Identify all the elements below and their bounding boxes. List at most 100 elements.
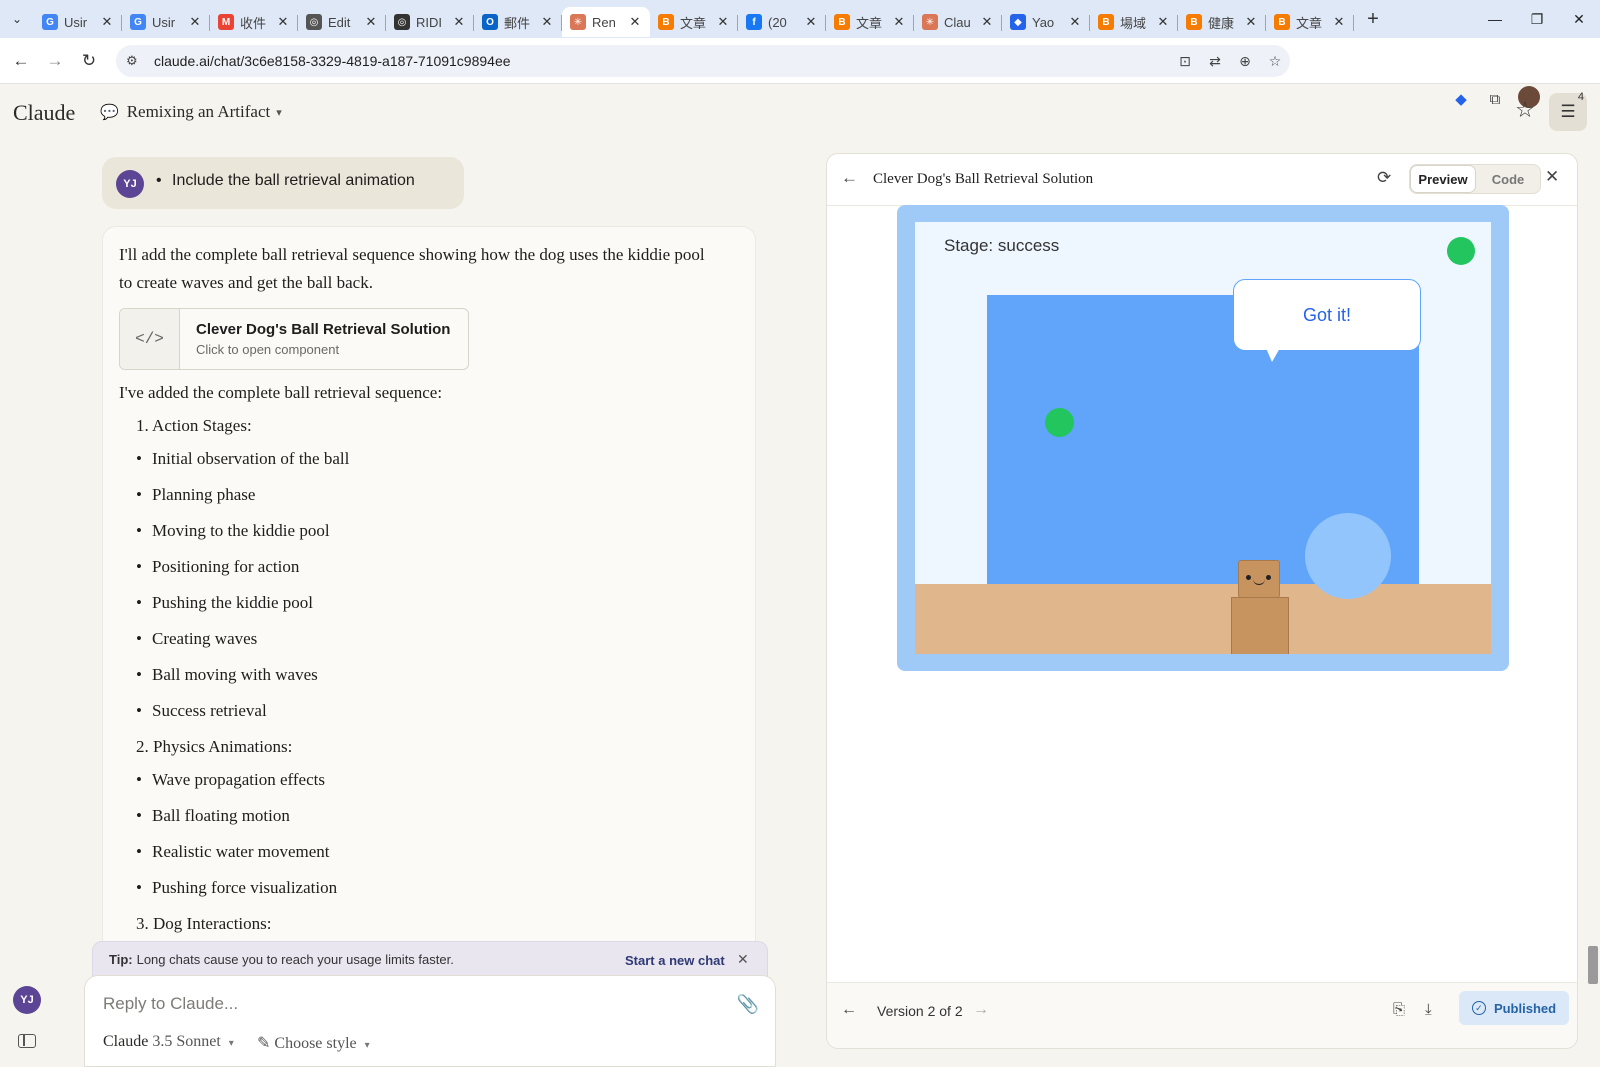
browser-tab[interactable]: f (20 ✕ — [738, 7, 826, 37]
browser-tab[interactable]: B 健康 ✕ — [1178, 7, 1266, 37]
artifact-panel-header: ← Clever Dog's Ball Retrieval Solution ⟳… — [827, 154, 1577, 206]
user-message: YJ Include the ball retrieval animation — [102, 157, 464, 209]
kiddie-pool — [1305, 513, 1391, 599]
minimize-icon[interactable]: — — [1474, 0, 1516, 38]
tab-close-icon[interactable]: ✕ — [276, 14, 290, 30]
bookmark-star-icon[interactable]: ☆ — [1260, 53, 1290, 70]
list-item: Pushing the kiddie pool — [119, 590, 719, 626]
game-canvas[interactable]: Stage: success Got it! — [915, 222, 1491, 654]
browser-tab[interactable]: M 收件 ✕ — [210, 7, 298, 37]
tab-close-icon[interactable]: ✕ — [1244, 14, 1258, 30]
back-arrow-icon[interactable]: ← — [841, 168, 858, 188]
browser-tab[interactable]: B 場域 ✕ — [1090, 7, 1178, 37]
refresh-icon[interactable]: ⟳ — [1377, 168, 1391, 188]
tab-close-icon[interactable]: ✕ — [1068, 14, 1082, 30]
tab-favicon-icon: B — [1274, 14, 1290, 30]
omnibox[interactable]: ⚙ claude.ai/chat/3c6e8158-3329-4819-a187… — [116, 45, 1290, 77]
tab-close-icon[interactable]: ✕ — [980, 14, 994, 30]
tab-favicon-icon: f — [746, 14, 762, 30]
tab-code[interactable]: Code — [1476, 165, 1540, 193]
tab-label: 健康 — [1208, 15, 1235, 31]
assistant-body: I've added the complete ball retrieval s… — [119, 379, 719, 944]
browser-tab[interactable]: ✳ Ren ✕ — [562, 7, 650, 37]
tab-close-icon[interactable]: ✕ — [188, 14, 202, 30]
translate-icon[interactable]: ⇄ — [1200, 53, 1230, 70]
tab-close-icon[interactable]: ✕ — [892, 14, 906, 30]
brush-icon: ✎ — [257, 1035, 271, 1052]
restore-icon[interactable]: ❐ — [1516, 0, 1558, 38]
previous-version-icon[interactable]: ← — [841, 1001, 857, 1019]
browser-tab[interactable]: B 文章 ✕ — [826, 7, 914, 37]
zoom-icon[interactable]: ⊕ — [1230, 53, 1260, 70]
browser-tab[interactable]: ◎ Edit ✕ — [298, 7, 386, 37]
browser-tab[interactable]: G Usir ✕ — [122, 7, 210, 37]
model-selector[interactable]: Claude 3.5 Sonnet ▾ — [103, 1033, 234, 1051]
tab-label: Usir — [152, 14, 176, 30]
tab-list: G Usir ✕ G Usir ✕ M 收件 ✕ ◎ Edit ✕ ◎ RIDI ✕ O 郵件 ✕ ✳ Ren ✕ B 文章… — [34, 0, 1354, 38]
browser-tab[interactable]: ◆ Yao ✕ — [1002, 7, 1090, 37]
artifact-panel-footer: ← Version 2 of 2 → ⎘ ⤓ ✓ Published — [827, 982, 1577, 1048]
tab-favicon-icon: ◆ — [1010, 14, 1026, 30]
tab-label: Edit — [328, 14, 351, 30]
tab-favicon-icon: G — [130, 14, 146, 30]
page-scrollbar[interactable] — [1588, 946, 1598, 984]
tab-close-icon[interactable]: ✕ — [628, 14, 642, 30]
close-icon[interactable]: ✕ — [737, 951, 749, 968]
style-selector[interactable]: ✎ Choose style ▾ — [257, 1033, 370, 1053]
tab-close-icon[interactable]: ✕ — [804, 14, 818, 30]
check-circle-icon: ✓ — [1471, 1001, 1486, 1015]
tab-close-icon[interactable]: ✕ — [1156, 14, 1170, 30]
site-info-icon[interactable]: ⚙ — [126, 53, 148, 69]
browser-tab[interactable]: G Usir ✕ — [34, 7, 122, 37]
artifact-card-meta: Clever Dog's Ball Retrieval Solution Cli… — [180, 309, 450, 369]
tab-close-icon[interactable]: ✕ — [1332, 14, 1346, 30]
tab-favicon-icon: ◎ — [394, 14, 410, 30]
numbered-list-heading: 1. Action Stages: — [136, 416, 252, 435]
tab-close-icon[interactable]: ✕ — [716, 14, 730, 30]
tab-close-icon[interactable]: ✕ — [452, 14, 466, 30]
browser-tab[interactable]: ◎ RIDI ✕ — [386, 7, 474, 37]
install-app-icon[interactable]: ⊡ — [1170, 53, 1200, 70]
start-new-chat-link[interactable]: Start a new chat — [625, 953, 725, 968]
browser-tab[interactable]: B 文章 ✕ — [650, 7, 738, 37]
star-icon[interactable]: ☆ — [1510, 97, 1540, 127]
tab-close-icon[interactable]: ✕ — [540, 14, 554, 30]
copy-icon[interactable]: ⎘ — [1393, 1001, 1405, 1018]
artifact-card-subtitle: Click to open component — [196, 342, 340, 357]
list-item: Success retrieval — [119, 698, 719, 734]
paperclip-icon[interactable]: 📎 — [737, 994, 759, 1015]
browser-tab[interactable]: ✳ Clau ✕ — [914, 7, 1002, 37]
tab-close-icon[interactable]: ✕ — [364, 14, 378, 30]
game-frame: Stage: success Got it! — [897, 205, 1509, 671]
message-composer: Reply to Claude... 📎 Claude 3.5 Sonnet ▾ … — [84, 975, 776, 1067]
browser-tabstrip: ⌄ G Usir ✕ G Usir ✕ M 收件 ✕ ◎ Edit ✕ ◎ RIDI ✕ O 郵件 ✕ ✳ Ren ✕ B… — [0, 0, 1600, 38]
download-icon[interactable]: ⤓ — [1425, 1001, 1432, 1018]
back-icon[interactable]: ← — [4, 44, 38, 78]
reply-input[interactable]: Reply to Claude... — [103, 994, 238, 1014]
conversation-title-button[interactable]: 💬 Remixing an Artifact ▾ — [100, 102, 282, 122]
tab-close-icon[interactable]: ✕ — [100, 14, 114, 30]
published-button[interactable]: ✓ Published — [1459, 991, 1569, 1025]
tab-preview[interactable]: Preview — [1410, 165, 1476, 193]
artifact-card-title: Clever Dog's Ball Retrieval Solution — [196, 321, 451, 338]
close-icon[interactable]: ✕ — [1545, 167, 1559, 187]
close-window-icon[interactable]: ✕ — [1558, 0, 1600, 38]
sidebar-toggle-icon[interactable] — [18, 1034, 36, 1048]
list-item: Realistic water movement — [119, 839, 719, 875]
browser-tab[interactable]: O 郵件 ✕ — [474, 7, 562, 37]
list-item: Planning phase — [119, 482, 719, 518]
new-tab-button[interactable]: + — [1358, 8, 1388, 31]
chevron-down-icon: ▾ — [364, 1040, 370, 1051]
tab-label: 郵件 — [504, 15, 531, 31]
forward-icon[interactable]: → — [38, 44, 72, 78]
browser-tab[interactable]: B 文章 ✕ — [1266, 7, 1354, 37]
reload-icon[interactable]: ↻ — [72, 44, 106, 78]
sidebar-user-avatar[interactable]: YJ — [13, 986, 41, 1014]
tab-search-menu-icon[interactable]: ⌄ — [0, 0, 34, 38]
artifact-card[interactable]: </> Clever Dog's Ball Retrieval Solution… — [119, 308, 469, 370]
tab-favicon-icon: O — [482, 14, 498, 30]
url-text[interactable]: claude.ai/chat/3c6e8158-3329-4819-a187-7… — [154, 53, 511, 69]
next-version-icon[interactable]: → — [973, 1001, 989, 1019]
claude-logo[interactable]: Claude — [13, 100, 75, 126]
chat-controls-button[interactable]: ☰ 4 — [1549, 91, 1587, 131]
